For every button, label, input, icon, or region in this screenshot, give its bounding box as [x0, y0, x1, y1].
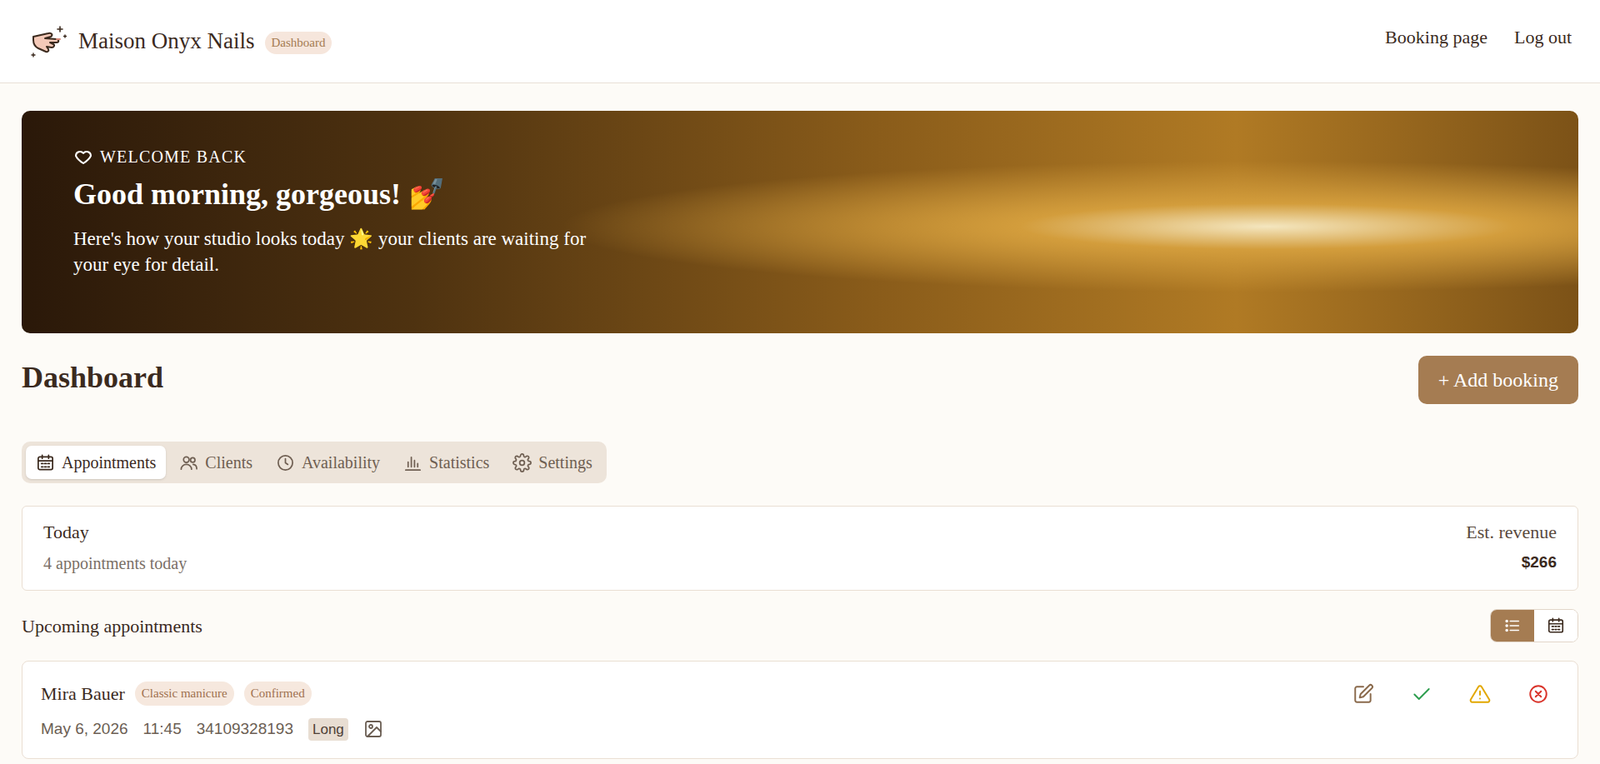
check-icon	[1410, 683, 1433, 705]
today-card: Today 4 appointments today Est. revenue …	[21, 505, 1579, 591]
tab[interactable]: Settings	[502, 445, 602, 480]
page-header: Dashboard + Add booking	[21, 355, 1579, 405]
tab-label: Availability	[301, 450, 380, 475]
phone-text: 34109328193	[196, 717, 294, 742]
status-tag: Confirmed	[244, 681, 312, 706]
today-count: 4 appointments today	[43, 550, 187, 576]
tab[interactable]: Appointments	[25, 445, 166, 480]
x-circle-icon	[1527, 683, 1550, 705]
upcoming-header: Upcoming appointments	[21, 609, 1579, 643]
eyebrow-text: WELCOME BACK	[100, 144, 247, 170]
brand[interactable]: Maison Onyx Nails Dashboard	[28, 21, 332, 62]
gear-icon	[512, 453, 532, 473]
heart-icon	[73, 146, 94, 167]
users-icon	[179, 453, 199, 473]
list-view-button[interactable]	[1490, 610, 1535, 642]
revenue-label: Est. revenue	[1465, 520, 1557, 545]
tab-label: Appointments	[61, 450, 156, 475]
dashboard-badge: Dashboard	[265, 31, 333, 55]
appointment-header: Mira Bauer Classic manicure Confirmed	[40, 680, 1560, 708]
hand-logo-icon	[28, 21, 69, 62]
greeting-subtitle: Here's how your studio looks today 🌟 you…	[73, 225, 590, 278]
tab-label: Statistics	[429, 450, 490, 475]
time-text: 11:45	[143, 717, 182, 742]
image-icon	[363, 719, 384, 740]
upcoming-title: Upcoming appointments	[21, 612, 203, 640]
nav-link[interactable]: Booking page	[1385, 23, 1488, 51]
edit-button[interactable]	[1352, 683, 1375, 705]
appointment-list: Mira Bauer Classic manicure Confirmed May 6…	[21, 660, 1579, 760]
client-name: Mira Bauer	[40, 680, 125, 708]
chart-icon	[403, 453, 423, 473]
tab-bar: Appointments Clients Availability Statistic…	[21, 441, 607, 484]
calendar-icon	[35, 453, 55, 473]
date-text: May 6, 2026	[40, 717, 129, 742]
revenue-value: $266	[1465, 550, 1557, 575]
cancel-button[interactable]	[1527, 683, 1550, 705]
length-badge: Long	[308, 718, 349, 742]
nav-link[interactable]: Log out	[1514, 23, 1572, 51]
appointment-card[interactable]: Mira Bauer Classic manicure Confirmed May 6…	[21, 660, 1579, 760]
view-toggle	[1490, 609, 1579, 643]
eyebrow: WELCOME BACK	[73, 144, 1579, 170]
top-bar: Maison Onyx Nails Dashboard Booking page…	[0, 0, 1600, 84]
service-tag: Classic manicure	[135, 681, 235, 706]
brand-name[interactable]: Maison Onyx Nails	[78, 24, 255, 59]
edit-icon	[1352, 683, 1375, 705]
greeting-title: Good morning, gorgeous! 💅	[73, 175, 1579, 213]
add-booking-button[interactable]: + Add booking	[1418, 355, 1579, 405]
tab[interactable]: Clients	[169, 445, 263, 480]
list-icon	[1503, 616, 1522, 635]
calendar-view-button[interactable]	[1534, 610, 1578, 642]
warning-icon	[1469, 683, 1491, 705]
tab-label: Settings	[538, 450, 592, 475]
clock-icon	[275, 453, 295, 473]
welcome-banner: WELCOME BACK Good morning, gorgeous! 💅 H…	[21, 110, 1579, 334]
today-title: Today	[43, 520, 187, 545]
appointment-title: Mira Bauer Classic manicure Confirmed	[40, 680, 312, 708]
main-content: WELCOME BACK Good morning, gorgeous! 💅 H…	[0, 83, 1600, 760]
tab[interactable]: Statistics	[393, 445, 500, 480]
tab-label: Clients	[205, 450, 253, 475]
page-title: Dashboard	[21, 359, 164, 396]
no-show-button[interactable]	[1469, 683, 1491, 705]
calendar-icon	[1546, 616, 1565, 635]
photo-button[interactable]	[363, 719, 384, 740]
top-nav: Booking page Log out	[1385, 23, 1572, 51]
appointment-actions	[1352, 683, 1560, 705]
tab[interactable]: Availability	[265, 445, 390, 480]
appointment-details: May 6, 2026 11:45 34109328193 Long	[40, 717, 1560, 742]
confirm-button[interactable]	[1410, 683, 1433, 705]
